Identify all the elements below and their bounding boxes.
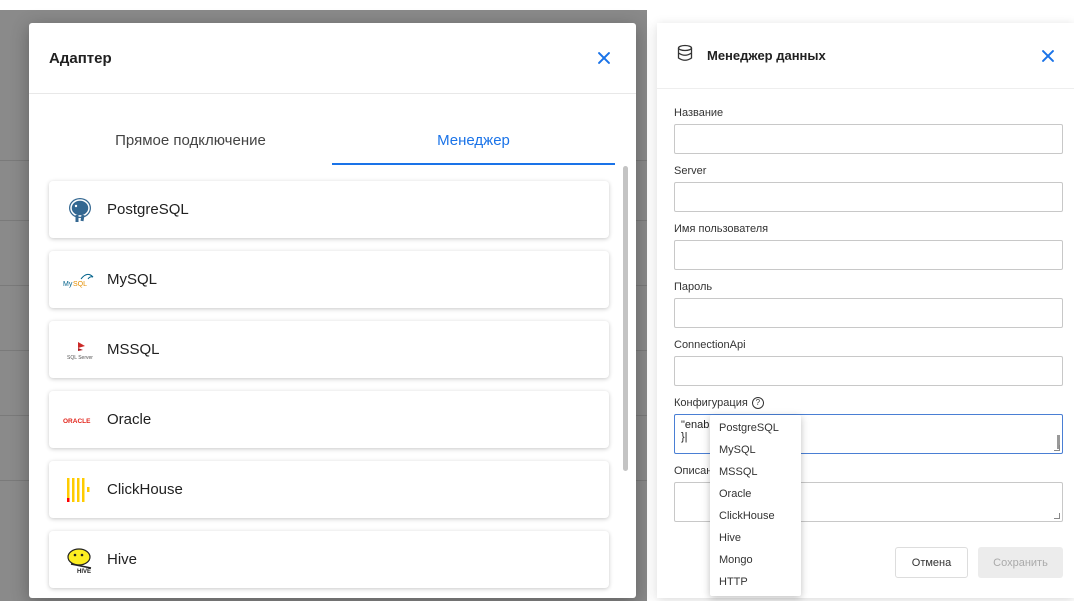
close-icon[interactable] — [1036, 44, 1060, 68]
database-item-clickhouse[interactable]: ClickHouse — [49, 461, 609, 518]
connection-api-input[interactable] — [674, 356, 1063, 386]
resize-grip-icon[interactable] — [1054, 513, 1060, 519]
adapter-modal-header: Адаптер — [29, 23, 636, 94]
dropdown-option-http[interactable]: HTTP — [710, 571, 801, 593]
username-label: Имя пользователя — [674, 223, 769, 235]
data-manager-header: Менеджер данных — [657, 23, 1074, 89]
password-label: Пароль — [674, 281, 713, 293]
dropdown-option-mssql[interactable]: MSSQL — [710, 461, 801, 483]
database-name: MySQL — [107, 271, 158, 288]
close-icon[interactable] — [592, 46, 616, 70]
postgresql-logo-icon — [63, 193, 97, 227]
svg-text:ORACLE: ORACLE — [63, 418, 91, 425]
database-name: Hive — [107, 551, 138, 568]
mysql-logo-icon: My SQL — [63, 263, 97, 297]
name-input[interactable] — [674, 124, 1063, 154]
server-label: Server — [674, 165, 707, 177]
adapter-modal-title: Адаптер — [49, 49, 112, 67]
password-input[interactable] — [674, 298, 1063, 328]
cancel-button[interactable]: Отмена — [895, 547, 968, 578]
config-label-text: Конфигурация — [674, 397, 748, 409]
adapter-type-dropdown: PostgreSQL MySQL MSSQL Oracle ClickHouse… — [710, 415, 801, 596]
svg-text:SQL: SQL — [73, 281, 87, 288]
database-item-mysql[interactable]: My SQL MySQL — [49, 251, 609, 308]
clickhouse-logo-icon — [63, 473, 97, 507]
list-scrollbar[interactable] — [623, 166, 628, 471]
username-input[interactable] — [674, 240, 1063, 270]
adapter-tabs: Прямое подключение Менеджер — [49, 117, 615, 165]
database-item-hive[interactable]: HIVE Hive — [49, 531, 609, 588]
database-name: Oracle — [107, 411, 152, 428]
save-button[interactable]: Сохранить — [978, 547, 1063, 578]
server-input[interactable] — [674, 182, 1063, 212]
data-manager-title: Менеджер данных — [707, 48, 826, 63]
name-label: Название — [674, 107, 724, 119]
database-item-mssql[interactable]: SQL Server MSSQL — [49, 321, 609, 378]
dropdown-option-postgresql[interactable]: PostgreSQL — [710, 417, 801, 439]
resize-grip-icon[interactable] — [1054, 445, 1060, 451]
database-item-postgresql[interactable]: PostgreSQL — [49, 181, 609, 238]
oracle-logo-icon: ORACLE — [63, 403, 97, 437]
database-name: ClickHouse — [107, 481, 183, 498]
tab-manager[interactable]: Менеджер — [332, 117, 615, 165]
svg-text:My: My — [63, 281, 73, 288]
dropdown-option-mongo[interactable]: Mongo — [710, 549, 801, 571]
dropdown-option-clickhouse[interactable]: ClickHouse — [710, 505, 801, 527]
config-label: Конфигурация ? — [674, 396, 1063, 410]
database-item-oracle[interactable]: ORACLE Oracle — [49, 391, 609, 448]
database-name: PostgreSQL — [107, 201, 189, 218]
dropdown-option-oracle[interactable]: Oracle — [710, 483, 801, 505]
dropdown-option-mysql[interactable]: MySQL — [710, 439, 801, 461]
dropdown-option-hive[interactable]: Hive — [710, 527, 801, 549]
database-name: MSSQL — [107, 341, 160, 358]
help-icon[interactable]: ? — [751, 397, 764, 409]
hive-logo-icon: HIVE — [63, 543, 97, 577]
svg-text:SQL Server: SQL Server — [67, 355, 93, 361]
sqlserver-logo-icon: SQL Server — [63, 333, 97, 367]
svg-text:HIVE: HIVE — [77, 569, 91, 574]
database-list: PostgreSQL My SQL MySQL SQL Server MSSQL… — [49, 181, 609, 601]
database-icon — [677, 44, 693, 67]
tab-direct-connection[interactable]: Прямое подключение — [49, 117, 332, 165]
connection-api-label: ConnectionApi — [674, 339, 746, 351]
